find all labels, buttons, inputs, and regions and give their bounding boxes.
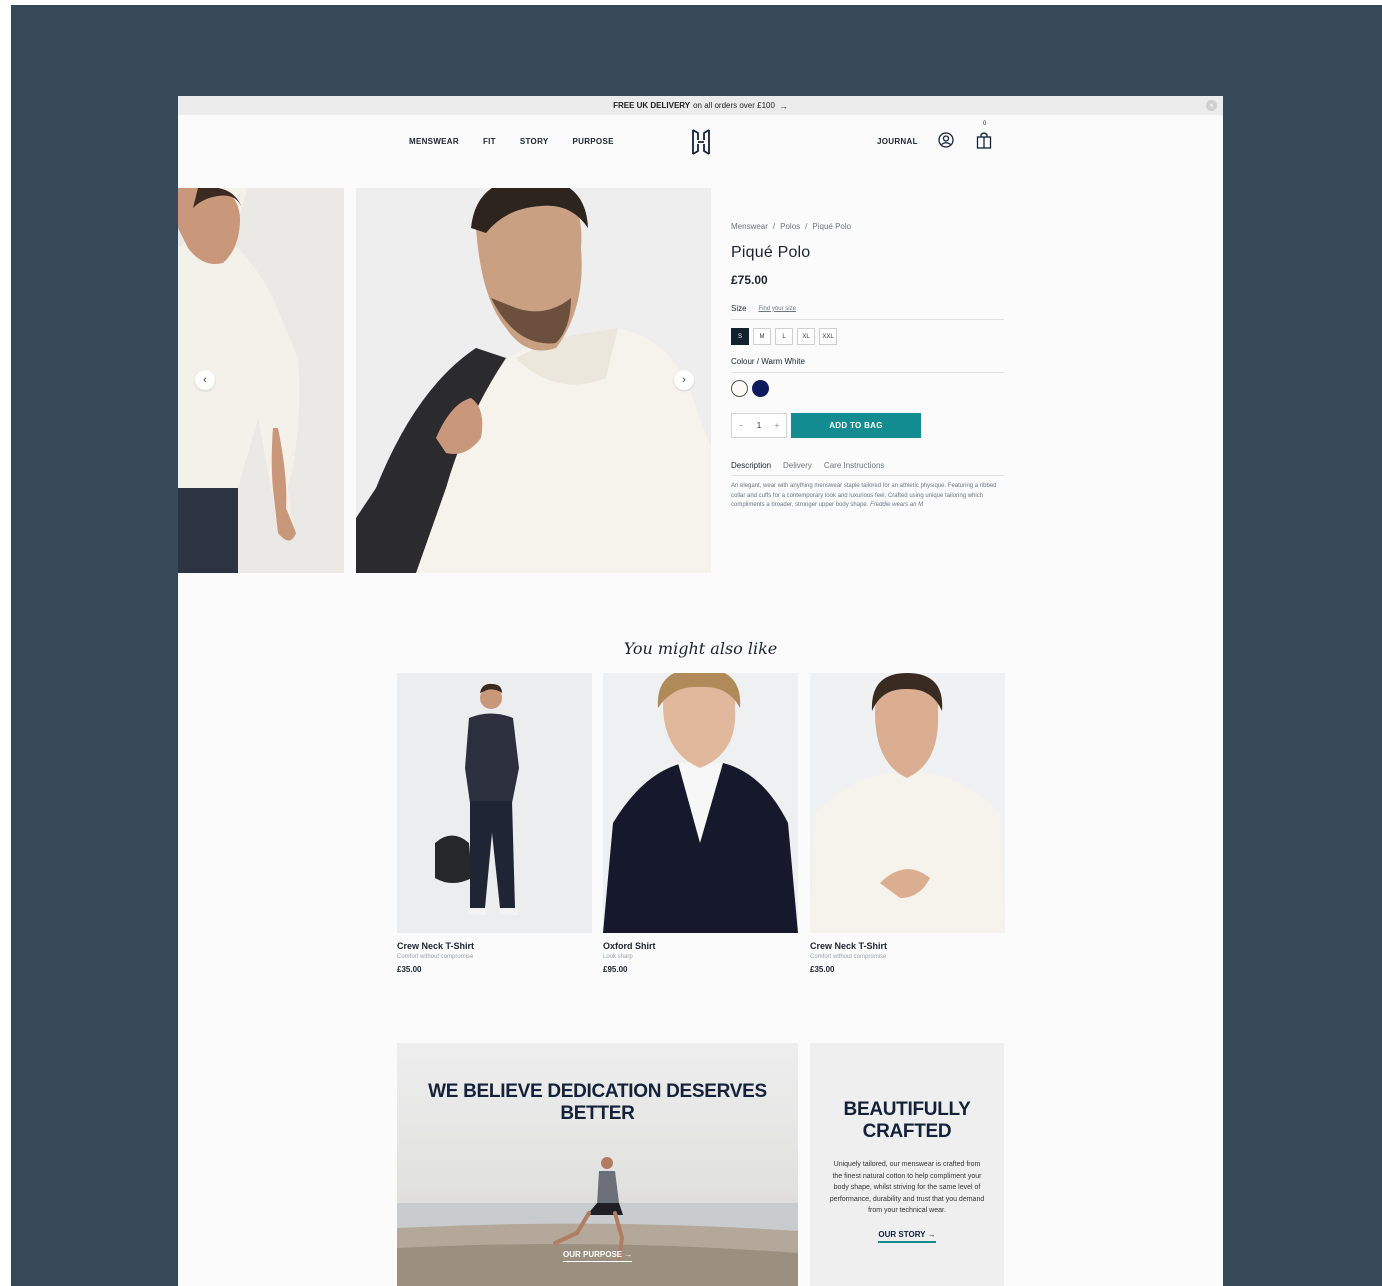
product-card[interactable]: Crew Neck T-Shirt Comfort without compro… [397, 673, 592, 974]
product-card-name[interactable]: Crew Neck T-Shirt [810, 941, 1005, 951]
product-price: £75.00 [731, 273, 768, 287]
purpose-banner[interactable]: WE BELIEVE DEDICATION DESERVES BETTER OU… [397, 1043, 798, 1286]
product-image-side: ‹ [178, 188, 344, 573]
breadcrumb-polos[interactable]: Polos [780, 222, 800, 231]
size-option-s[interactable]: S [731, 328, 749, 345]
product-card-tagline: Look sharp [603, 954, 633, 960]
promo-text: on all orders over £100 [693, 101, 775, 110]
nav-item-journal[interactable]: JOURNAL [877, 137, 918, 146]
bag-count: 0 [983, 121, 987, 127]
purchase-row: − 1 + ADD TO BAG [731, 413, 1004, 438]
crafted-title: BEAUTIFULLY CRAFTED [810, 1099, 1004, 1143]
quantity-stepper: − 1 + [731, 413, 787, 438]
find-your-size-link[interactable]: Find your size [759, 306, 796, 312]
description-text: An elegant, wear with anything menswear … [731, 483, 997, 509]
quantity-value[interactable]: 1 [757, 421, 761, 430]
product-card-tagline: Comfort without compromise [810, 954, 887, 960]
promo-bar: FREE UK DELIVERY on all orders over £100… [178, 96, 1223, 115]
size-option-xl[interactable]: XL [797, 328, 815, 345]
size-option-xxl[interactable]: XXL [819, 328, 837, 345]
product-card-name[interactable]: Crew Neck T-Shirt [397, 941, 592, 951]
product-card-price: £95.00 [603, 965, 628, 974]
chevron-right-icon: › [682, 374, 686, 386]
tab-care-instructions[interactable]: Care Instructions [824, 461, 884, 470]
quantity-increase-button[interactable]: + [775, 421, 780, 430]
arrow-right-icon: → [778, 100, 788, 111]
product-card-image[interactable] [810, 673, 1005, 933]
breadcrumb: Menswear / Polos / Piqué Polo [731, 222, 1004, 231]
product-title: Piqué Polo [731, 244, 811, 261]
nav-item-purpose[interactable]: PURPOSE [573, 137, 614, 146]
size-header: Size Find your size [731, 304, 1004, 320]
product-card[interactable]: Oxford Shirt Look sharp £95.00 [603, 673, 798, 974]
main-nav: MENSWEAR FIT STORY PURPOSE [409, 137, 614, 146]
nav-item-menswear[interactable]: MENSWEAR [409, 137, 459, 146]
crafted-text: Uniquely tailored, our menswear is craft… [829, 1161, 985, 1214]
site-header: MENSWEAR FIT STORY PURPOSE JOURNAL 0 [178, 115, 1223, 169]
nav-item-story[interactable]: STORY [520, 137, 549, 146]
product-card-price: £35.00 [810, 965, 835, 974]
browser-page: FREE UK DELIVERY on all orders over £100… [178, 96, 1223, 1286]
tab-delivery[interactable]: Delivery [783, 461, 812, 470]
carousel-prev-button[interactable]: ‹ [195, 370, 215, 390]
size-selector: S M L XL XXL [731, 328, 1004, 345]
product-tabs: Description Delivery Care Instructions [731, 461, 1004, 476]
recommendations-title: You might also like [623, 639, 778, 658]
nav-item-fit[interactable]: FIT [483, 137, 496, 146]
product-image-main: › [356, 188, 711, 573]
chevron-left-icon: ‹ [203, 374, 207, 386]
colour-swatch-navy[interactable] [752, 380, 769, 397]
quantity-decrease-button[interactable]: − [739, 421, 744, 430]
product-card-tagline: Comfort without compromise [397, 954, 474, 960]
product-card-image[interactable] [397, 673, 592, 933]
breadcrumb-separator: / [772, 222, 776, 231]
purpose-banner-title-line: WE BELIEVE DEDICATION DESERVES [428, 1081, 767, 1102]
promo-bold: FREE UK DELIVERY [613, 101, 691, 110]
size-option-l[interactable]: L [775, 328, 793, 345]
add-to-bag-button[interactable]: ADD TO BAG [791, 413, 921, 438]
shopping-bag-icon[interactable] [976, 131, 992, 149]
crafted-title-line: CRAFTED [862, 1121, 952, 1142]
carousel-next-button[interactable]: › [674, 370, 694, 390]
crafted-title-line: BEAUTIFULLY [843, 1099, 971, 1120]
size-option-m[interactable]: M [753, 328, 771, 345]
colour-selector [731, 380, 1004, 397]
product-description: An elegant, wear with anything menswear … [731, 482, 1004, 511]
account-icon[interactable] [938, 132, 954, 148]
our-purpose-link[interactable]: OUR PURPOSE → [563, 1250, 633, 1262]
purpose-banner-title-line: BETTER [560, 1103, 635, 1124]
close-icon[interactable]: × [1206, 100, 1217, 111]
breadcrumb-menswear[interactable]: Menswear [731, 222, 768, 231]
breadcrumb-current: Piqué Polo [812, 222, 852, 231]
colour-swatch-white[interactable] [731, 380, 748, 397]
purpose-banner-title: WE BELIEVE DEDICATION DESERVES BETTER [397, 1081, 798, 1125]
breadcrumb-separator: / [805, 222, 808, 231]
product-card-image[interactable] [603, 673, 798, 933]
product-card-name[interactable]: Oxford Shirt [603, 941, 798, 951]
product-info: Menswear / Polos / Piqué Polo Piqué Polo… [731, 188, 1004, 511]
size-label: Size [731, 304, 747, 313]
product-card-price: £35.00 [397, 965, 422, 974]
crafted-panel: BEAUTIFULLY CRAFTED Uniquely tailored, o… [810, 1043, 1004, 1286]
tab-description[interactable]: Description [731, 461, 771, 470]
product-card[interactable]: Crew Neck T-Shirt Comfort without compro… [810, 673, 1005, 974]
our-story-link[interactable]: OUR STORY → [878, 1230, 936, 1243]
brand-logo-icon[interactable] [689, 128, 713, 156]
colour-label: Colour / Warm White [731, 357, 1004, 373]
description-note: Freddie wears an M [870, 502, 924, 509]
